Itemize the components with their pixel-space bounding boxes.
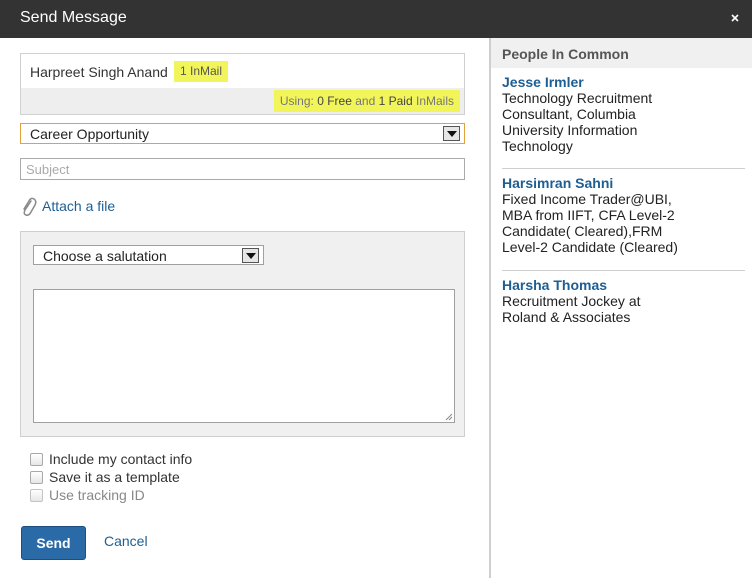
cancel-link[interactable]: Cancel <box>104 533 148 549</box>
person-headline-line: Technology Recruitment <box>502 90 653 106</box>
person-divider <box>502 270 745 271</box>
people-in-common-header: People In Common <box>491 38 752 68</box>
usage-paid: 1 Paid <box>378 94 413 108</box>
resize-grip-icon[interactable] <box>445 413 453 421</box>
paperclip-icon <box>23 197 37 216</box>
attach-file-label: Attach a file <box>42 198 116 214</box>
message-panel: Choose a salutation <box>20 231 465 437</box>
include-contact-info-label: Include my contact info <box>49 451 193 467</box>
person-name-link[interactable]: Jesse Irmler <box>502 74 744 90</box>
usage-suffix: InMails <box>415 94 454 108</box>
tracking-id-checkbox <box>30 489 43 502</box>
person-headline-line: MBA from IIFT, CFA Level-2 <box>502 207 675 223</box>
person-name-link[interactable]: Harsha Thomas <box>502 277 744 293</box>
people-in-common-heading: People In Common <box>502 46 629 62</box>
person-headline-line: Fixed Income Trader@UBI, <box>502 191 672 207</box>
dropdown-arrow-icon[interactable] <box>242 248 259 263</box>
person-headline-line: Candidate( Cleared),FRM <box>502 223 663 239</box>
inmail-usage-text: Using: 0 Free and 1 Paid InMails <box>273 90 460 112</box>
subject-input[interactable] <box>20 158 465 180</box>
person-divider <box>502 168 745 169</box>
tracking-id-label: Use tracking ID <box>49 487 145 503</box>
usage-and: and <box>355 94 376 108</box>
person-name-link[interactable]: Harsimran Sahni <box>502 175 744 191</box>
category-select[interactable]: Career Opportunity <box>20 123 465 144</box>
person-headline-line: Consultant, Columbia <box>502 106 636 122</box>
inmail-count-badge: 1 InMail <box>174 61 229 82</box>
person-headline-line: Level-2 Candidate (Cleared) <box>502 239 678 255</box>
salutation-select[interactable]: Choose a salutation <box>33 245 264 265</box>
include-contact-info-checkbox[interactable] <box>30 453 43 466</box>
inmail-usage-row: Using: 0 Free and 1 Paid InMails <box>21 88 464 114</box>
save-template-checkbox[interactable] <box>30 471 43 484</box>
dialog-title: Send Message <box>20 9 127 26</box>
compose-panel: Harpreet Singh Anand 1 InMail Using: 0 F… <box>0 38 489 578</box>
person-headline-line: Recruitment Jockey at <box>502 293 641 309</box>
person-headline-line: Technology <box>502 138 573 154</box>
people-in-common-panel: People In Common Jesse Irmler Technology… <box>489 38 752 578</box>
save-template-label: Save it as a template <box>49 469 180 485</box>
salutation-select-value: Choose a salutation <box>43 248 167 264</box>
person-headline-line: Roland & Associates <box>502 309 631 325</box>
message-body-textarea[interactable] <box>33 289 455 423</box>
recipient-row: Harpreet Singh Anand 1 InMail <box>21 54 464 88</box>
recipient-box: Harpreet Singh Anand 1 InMail Using: 0 F… <box>20 53 465 115</box>
usage-free: 0 Free <box>317 94 352 108</box>
dialog-titlebar: Send Message <box>0 0 752 38</box>
person-card: Harsimran Sahni Fixed Income Trader@UBI,… <box>502 175 744 255</box>
close-icon[interactable] <box>728 11 742 25</box>
person-card: Jesse Irmler Technology Recruitment Cons… <box>502 74 744 154</box>
dropdown-arrow-icon[interactable] <box>443 126 460 141</box>
category-select-value: Career Opportunity <box>30 126 150 142</box>
person-headline-line: University Information <box>502 122 638 138</box>
recipient-name: Harpreet Singh Anand <box>30 64 168 80</box>
person-card: Harsha Thomas Recruitment Jockey at Rola… <box>502 277 744 325</box>
send-button[interactable]: Send <box>21 526 86 560</box>
usage-prefix: Using: <box>279 94 314 108</box>
